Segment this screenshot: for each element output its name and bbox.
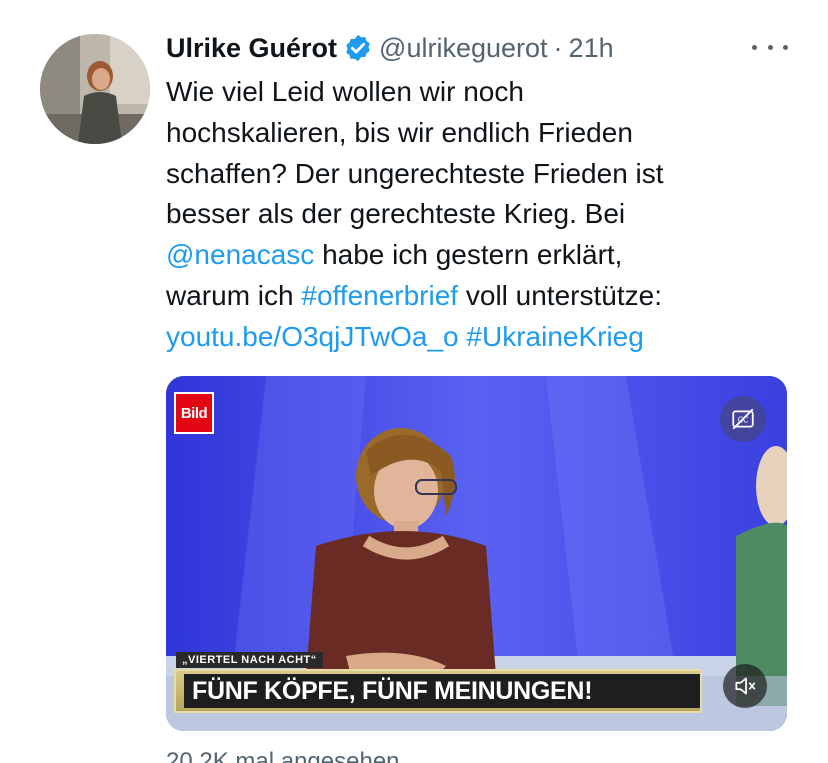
tweet-text-line: hochskalieren, bis wir endlich Frieden [166, 116, 633, 148]
separator-dot: · [553, 32, 563, 63]
tweet-text-segment: warum ich [166, 279, 302, 311]
banner-text: FÜNF KÖPFE, FÜNF MEINUNGEN! [184, 674, 700, 708]
avatar[interactable] [40, 34, 150, 144]
bild-logo: Bild [174, 392, 214, 434]
author-name[interactable]: Ulrike Guérot [166, 33, 337, 64]
tweet-header: Ulrike Guérot @ulrikeguerot · 21h [166, 30, 614, 66]
tweet-text-segment: voll unterstütze: [458, 279, 662, 311]
lower-third-banner: FÜNF KÖPFE, FÜNF MEINUNGEN! [174, 669, 702, 713]
tweet-text-segment: habe ich gestern erklärt, [314, 239, 623, 271]
tweet-text-line: youtu.be/O3qjJTwOa_o #UkraineKrieg [166, 317, 786, 358]
tweet-text-line: schaffen? Der ungerechteste Frieden ist [166, 157, 664, 189]
verified-badge-icon [343, 33, 373, 63]
mention-link[interactable]: @nenacasc [166, 239, 314, 270]
tweet[interactable]: Ulrike Guérot @ulrikeguerot · 21h Wie vi… [0, 0, 828, 763]
tweet-text: Wie viel Leid wollen wir noch hochskalie… [166, 72, 786, 358]
tweet-text-line: @nenacasc habe ich gestern erklärt, [166, 235, 786, 276]
hashtag-link[interactable]: #UkraineKrieg [466, 321, 643, 352]
video-player[interactable]: Bild CC „VIERTEL NACH ACHT“ FÜNF KÖPFE, … [166, 376, 787, 731]
url-link[interactable]: youtu.be/O3qjJTwOa_o [166, 321, 459, 352]
author-handle[interactable]: @ulrikeguerot [379, 33, 548, 64]
muted-speaker-icon[interactable] [723, 664, 767, 708]
view-count: 20,2K mal angesehen [166, 748, 400, 763]
closed-captions-icon[interactable]: CC [720, 396, 766, 442]
tweet-text-line: Wie viel Leid wollen wir noch [166, 76, 524, 107]
show-name-tag: „VIERTEL NACH ACHT“ [176, 652, 323, 668]
more-options-icon[interactable] [752, 34, 788, 60]
tweet-text-line: warum ich #offenerbrief voll unterstütze… [166, 276, 786, 317]
tweet-text-line: besser als der gerechteste Krieg. Bei [166, 198, 626, 230]
hashtag-link[interactable]: #offenerbrief [301, 280, 458, 311]
bild-logo-text: Bild [180, 404, 208, 422]
timestamp[interactable]: 21h [569, 33, 614, 64]
